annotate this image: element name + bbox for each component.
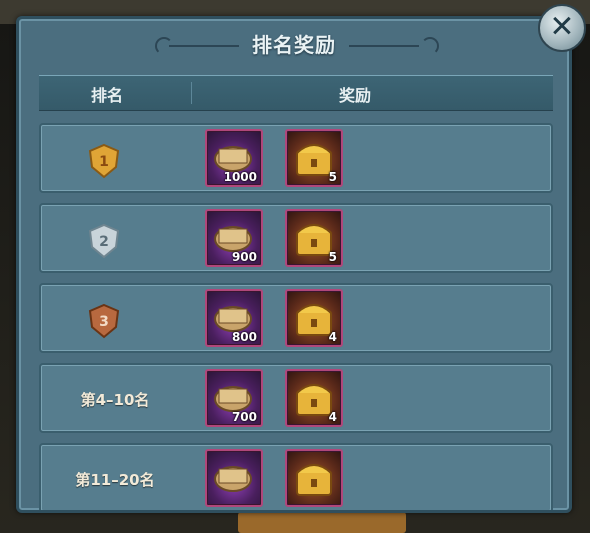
svg-text:3: 3 <box>99 314 109 330</box>
reward-row: 第11–20名 <box>39 443 553 510</box>
reward-item-scroll[interactable]: 800 <box>205 289 263 347</box>
header-rank: 排名 <box>91 86 124 105</box>
title-ornament-right <box>421 37 439 55</box>
reward-count: 5 <box>328 170 337 184</box>
rank-badge-bronze-icon: 3 <box>88 303 120 339</box>
reward-item-scroll[interactable]: 1000 <box>205 129 263 187</box>
rank-range-label: 第11–20名 <box>75 471 155 489</box>
rank-range-label: 第4–10名 <box>80 391 150 409</box>
panel-title: 排名奖励 <box>252 33 336 57</box>
reward-item-scroll[interactable]: 900 <box>205 209 263 267</box>
close-button[interactable]: ✕ <box>538 4 586 52</box>
svg-text:2: 2 <box>99 234 109 250</box>
reward-count: 5 <box>328 250 337 264</box>
header-reward: 奖励 <box>339 86 372 105</box>
svg-text:1: 1 <box>99 154 109 170</box>
chest-icon <box>296 464 332 496</box>
reward-item-chest[interactable]: 4 <box>285 369 343 427</box>
reward-count: 4 <box>328 330 337 344</box>
reward-item-chest[interactable]: 5 <box>285 209 343 267</box>
reward-row: 第4–10名 700 4 <box>39 363 553 433</box>
reward-count: 900 <box>231 250 257 264</box>
reward-count: 4 <box>328 410 337 424</box>
header-divider <box>191 82 192 104</box>
rank-badge-silver-icon: 2 <box>88 223 120 259</box>
reward-item-chest[interactable]: 4 <box>285 289 343 347</box>
reward-item-scroll[interactable]: 700 <box>205 369 263 427</box>
reward-count: 700 <box>231 410 257 424</box>
reward-row: 2 900 5 <box>39 203 553 273</box>
background-button <box>238 512 406 533</box>
title-bar: 排名奖励 <box>19 19 569 69</box>
reward-row: 1 1000 5 <box>39 123 553 193</box>
reward-item-scroll[interactable] <box>205 449 263 507</box>
table-header: 排名 奖励 <box>39 75 553 111</box>
reward-item-chest[interactable] <box>285 449 343 507</box>
title-ornament-line-right <box>349 45 419 47</box>
rank-reward-panel: 排名奖励 排名 奖励 1 1000 5 2 900 5 3 800 4 第4–1… <box>16 16 572 513</box>
scroll-icon <box>214 466 252 492</box>
reward-item-chest[interactable]: 5 <box>285 129 343 187</box>
close-icon: ✕ <box>549 9 575 45</box>
rank-badge-gold-icon: 1 <box>88 143 120 179</box>
reward-count: 1000 <box>223 170 257 184</box>
reward-row: 3 800 4 <box>39 283 553 353</box>
reward-count: 800 <box>231 330 257 344</box>
